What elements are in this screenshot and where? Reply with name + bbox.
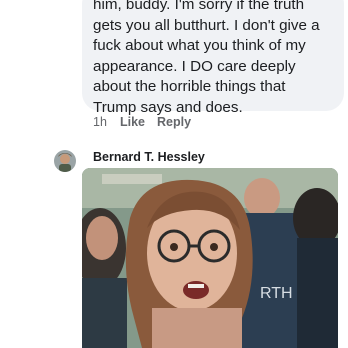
meme-photo-icon[interactable]: RTH [82, 168, 338, 348]
like-button[interactable]: Like [120, 115, 157, 131]
comment-line: about the horrible things that [93, 78, 286, 96]
comment-author-name[interactable]: Bernard T. Hessley [93, 150, 205, 164]
comment-text: him, buddy. I'm sorry if the truth gets … [93, 0, 343, 119]
comment-line: gets you all butthurt. I don't give a [93, 16, 320, 34]
comment-line: appearance. I DO care deeply [93, 57, 296, 75]
user-avatar-icon[interactable] [54, 150, 76, 172]
reply-button[interactable]: Reply [157, 115, 191, 131]
comment-timestamp[interactable]: 1h [93, 115, 120, 131]
comment-line: fuck about what you think of my [93, 37, 306, 55]
comment-line: him, buddy. I'm sorry if the truth [93, 0, 305, 13]
svg-text:RTH: RTH [260, 285, 293, 302]
comment-actions: 1h Like Reply [93, 115, 191, 131]
